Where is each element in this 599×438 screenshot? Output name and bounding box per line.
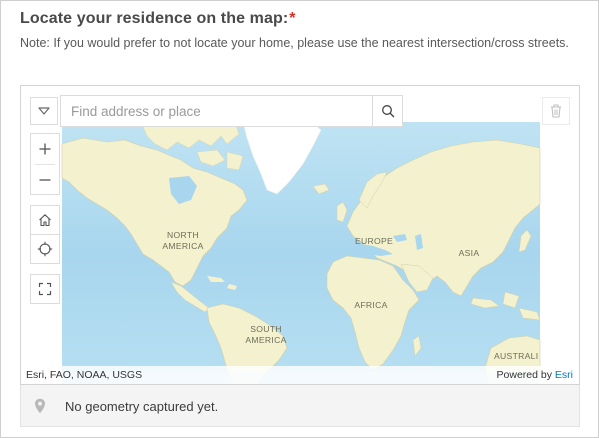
- label-africa: AFRICA: [354, 300, 387, 310]
- search-icon: [381, 105, 394, 118]
- locate-button[interactable]: [30, 234, 60, 264]
- question-title-text: Locate your residence on the map:: [20, 10, 289, 27]
- zoom-out-button[interactable]: [31, 165, 59, 195]
- expand-button[interactable]: [30, 97, 58, 125]
- powered-by-text: Powered by: [496, 369, 552, 381]
- zoom-in-button[interactable]: [31, 134, 59, 164]
- search-input[interactable]: [61, 96, 373, 126]
- label-north-america-1: NORTH: [167, 230, 199, 240]
- chevron-down-icon: [38, 107, 50, 115]
- delete-button[interactable]: [542, 97, 570, 125]
- question-card: Locate your residence on the map:* Note:…: [0, 0, 599, 438]
- required-marker: *: [289, 10, 296, 27]
- map-pin-icon: [35, 398, 45, 414]
- esri-link[interactable]: Esri: [555, 369, 573, 381]
- plus-icon: [39, 143, 51, 155]
- map-attribution: Esri, FAO, NOAA, USGS Powered by Esri: [21, 366, 579, 384]
- label-asia: ASIA: [459, 248, 480, 258]
- attribution-powered-by: Powered by Esri: [497, 369, 573, 381]
- minus-icon: [39, 179, 51, 181]
- fullscreen-icon: [38, 282, 52, 296]
- crosshair-icon: [37, 241, 53, 257]
- label-north-america-2: AMERICA: [162, 241, 203, 251]
- label-south-america-2: AMERICA: [245, 335, 286, 345]
- zoom-controls: [30, 133, 60, 195]
- geometry-status-text: No geometry captured yet.: [65, 399, 219, 414]
- home-button[interactable]: [30, 205, 60, 235]
- label-europe: EUROPE: [355, 236, 393, 246]
- search-box: [60, 95, 403, 127]
- attribution-sources: Esri, FAO, NOAA, USGS: [26, 369, 143, 381]
- geometry-status-bar: No geometry captured yet.: [20, 385, 580, 427]
- search-button[interactable]: [372, 96, 402, 126]
- trash-icon: [551, 104, 561, 118]
- world-basemap[interactable]: NORTH AMERICA EUROPE ASIA AFRICA SOUTH A…: [21, 86, 580, 385]
- fullscreen-button[interactable]: [30, 274, 60, 304]
- label-south-america-1: SOUTH: [250, 324, 282, 334]
- label-australia: AUSTRALI: [494, 351, 538, 361]
- question-title: Locate your residence on the map:*: [20, 10, 296, 28]
- question-note: Note: If you would prefer to not locate …: [20, 36, 569, 50]
- home-icon: [39, 214, 51, 227]
- map-view[interactable]: NORTH AMERICA EUROPE ASIA AFRICA SOUTH A…: [20, 85, 580, 385]
